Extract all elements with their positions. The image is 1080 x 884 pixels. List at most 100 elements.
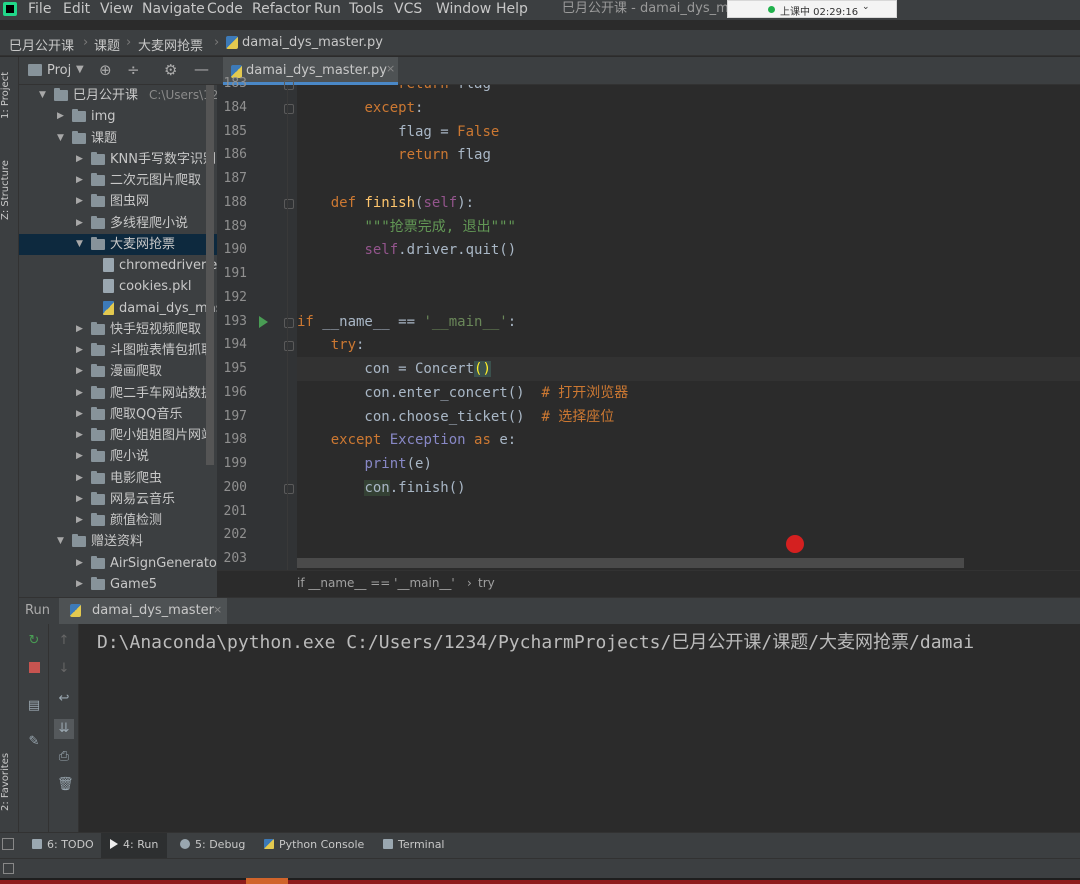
tree-file-row[interactable]: cookies.pkl (19, 276, 217, 297)
tree-expanded-arrow-icon[interactable]: ▼ (76, 234, 83, 255)
fold-marker-icon[interactable] (284, 483, 294, 494)
code-line[interactable]: print(e) (297, 452, 1080, 476)
code-line[interactable]: try: (297, 333, 1080, 357)
tree-folder-row[interactable]: ▶ 颜值检测 (19, 510, 217, 531)
tree-expanded-arrow-icon[interactable]: ▼ (57, 531, 64, 552)
tool-tab-debug[interactable]: 5: Debug (180, 833, 250, 859)
menu-edit[interactable]: Edit (63, 0, 90, 19)
run-tab-damai[interactable]: damai_dys_master × (59, 598, 227, 624)
chevron-down-icon[interactable]: ⌄ (862, 2, 870, 12)
code-line[interactable] (297, 500, 1080, 524)
run-gutter-icon[interactable] (259, 315, 268, 328)
structure-tool-tab[interactable]: Z: Structure (0, 149, 19, 231)
layout-icon[interactable]: ▤ (27, 699, 41, 713)
menu-code[interactable]: Code (207, 0, 243, 19)
tool-tab-python-console[interactable]: Python Console (264, 833, 368, 859)
code-line[interactable]: con.choose_ticket() # 选择座位 (297, 405, 1080, 429)
code-line[interactable]: flag = False (297, 120, 1080, 144)
tree-collapsed-arrow-icon[interactable]: ▶ (76, 489, 83, 510)
code-line[interactable] (297, 167, 1080, 191)
tree-folder-row[interactable]: ▼ 赠送资料 (19, 531, 217, 552)
tree-collapsed-arrow-icon[interactable]: ▶ (76, 340, 83, 361)
tree-collapsed-arrow-icon[interactable]: ▶ (76, 383, 83, 404)
menu-window[interactable]: Window (436, 0, 491, 19)
fold-marker-icon[interactable] (284, 103, 294, 114)
code-line[interactable]: self.driver.quit() (297, 238, 1080, 262)
minimize-icon[interactable]: — (194, 60, 209, 78)
tree-collapsed-arrow-icon[interactable]: ▶ (76, 553, 83, 574)
breadcrumb-root[interactable]: 巳月公开课 (9, 35, 74, 54)
tree-folder-row[interactable]: ▶ 图虫网 (19, 191, 217, 212)
tool-tab-todo[interactable]: 6: TODO (30, 833, 94, 859)
code-area[interactable]: return flag except: flag = False return … (297, 85, 1080, 570)
project-tool-tab[interactable]: 1: Project (0, 63, 19, 127)
window-toggle-icon[interactable] (2, 838, 14, 850)
tree-folder-row[interactable]: ▶ KNN手写数字识别 (19, 149, 217, 170)
console-output[interactable]: D:\Anaconda\python.exe C:/Users/1234/Pyc… (97, 628, 1080, 658)
editor-horizontal-scrollbar[interactable] (297, 558, 964, 568)
code-line[interactable] (297, 286, 1080, 310)
favorites-tool-tab[interactable]: 2: Favorites (0, 742, 19, 822)
taskbar-active-app[interactable] (246, 878, 288, 884)
breadcrumb-file[interactable]: damai_dys_master.py (242, 35, 383, 50)
fold-marker-icon[interactable] (284, 80, 294, 90)
tree-collapsed-arrow-icon[interactable]: ▶ (76, 319, 83, 340)
soft-wrap-icon[interactable]: ↩ (57, 692, 71, 706)
code-line[interactable]: con = Concert() (297, 357, 1080, 381)
tree-collapsed-arrow-icon[interactable]: ▶ (57, 106, 64, 127)
tree-collapsed-arrow-icon[interactable]: ▶ (76, 361, 83, 382)
tree-folder-row[interactable]: ▶ Game5 (19, 574, 217, 595)
code-line[interactable]: except: (297, 96, 1080, 120)
menu-tools[interactable]: Tools (349, 0, 384, 19)
tree-folder-row[interactable]: ▶ 爬小姐姐图片网站 (19, 425, 217, 446)
code-line[interactable] (297, 262, 1080, 286)
trash-icon[interactable]: 🗑 (57, 778, 74, 792)
menu-help[interactable]: Help (496, 0, 528, 19)
project-scrollbar[interactable] (206, 85, 214, 465)
project-view-selector[interactable]: Proj (47, 63, 71, 78)
tree-file-row[interactable]: chromedriver.exe (19, 255, 217, 276)
tree-collapsed-arrow-icon[interactable]: ▶ (76, 191, 83, 212)
breadcrumb-if-main[interactable]: if __name__ == '__main__' (297, 576, 455, 590)
fold-marker-icon[interactable] (284, 341, 294, 352)
tree-folder-row[interactable]: ▶ 爬小说 (19, 446, 217, 467)
editor-tab-damai[interactable]: damai_dys_master.py × (223, 57, 398, 85)
tree-folder-row[interactable]: ▶ AirSignGenerator (19, 553, 217, 574)
tree-file-row[interactable]: damai_dys_master.py (19, 298, 217, 319)
scroll-to-end-icon[interactable]: ⇊ (54, 719, 74, 739)
chevron-down-icon[interactable]: ▼ (76, 64, 84, 75)
menu-file[interactable]: File (28, 0, 51, 19)
menu-refactor[interactable]: Refactor (252, 0, 311, 19)
collapse-all-icon[interactable]: ÷ (127, 61, 140, 79)
tree-folder-row[interactable]: ▶ 电影爬虫 (19, 468, 217, 489)
tree-folder-row[interactable]: ▶ 斗图啦表情包抓取 (19, 340, 217, 361)
breadcrumb-project[interactable]: 大麦网抢票 (138, 35, 203, 54)
tree-expanded-arrow-icon[interactable]: ▼ (57, 128, 64, 149)
menu-vcs[interactable]: VCS (394, 0, 422, 19)
tree-expanded-arrow-icon[interactable]: ▼ (39, 85, 46, 106)
stop-icon[interactable] (29, 662, 40, 673)
menu-navigate[interactable]: Navigate (142, 0, 205, 19)
tool-tab-terminal[interactable]: Terminal (383, 833, 453, 859)
tree-collapsed-arrow-icon[interactable]: ▶ (76, 404, 83, 425)
tree-collapsed-arrow-icon[interactable]: ▶ (76, 510, 83, 531)
code-line[interactable]: return flag (297, 85, 1080, 96)
tree-folder-row[interactable]: ▶ 多线程爬小说 (19, 213, 217, 234)
print-icon[interactable]: ⎙ (57, 750, 71, 764)
arrow-down-icon[interactable]: ↓ (57, 662, 71, 676)
close-icon[interactable]: × (386, 62, 395, 75)
fold-marker-icon[interactable] (284, 198, 294, 209)
code-line[interactable]: return flag (297, 143, 1080, 167)
tree-folder-row[interactable]: ▶ 网易云音乐 (19, 489, 217, 510)
tree-folder-row[interactable]: ▶ 爬取QQ音乐 (19, 404, 217, 425)
tree-folder-row[interactable]: ▼ 大麦网抢票 (19, 233, 217, 255)
tree-folder-row[interactable]: ▶ 二次元图片爬取 (19, 170, 217, 191)
code-line[interactable]: con.enter_concert() # 打开浏览器 (297, 381, 1080, 405)
tree-folder-row[interactable]: ▶ img (19, 106, 217, 127)
tree-folder-row[interactable]: ▶ 爬二手车网站数据 (19, 383, 217, 404)
breadcrumb-topic[interactable]: 课题 (94, 35, 120, 54)
tree-collapsed-arrow-icon[interactable]: ▶ (76, 149, 83, 170)
code-line[interactable] (297, 523, 1080, 547)
menu-run[interactable]: Run (314, 0, 341, 19)
tree-collapsed-arrow-icon[interactable]: ▶ (76, 446, 83, 467)
